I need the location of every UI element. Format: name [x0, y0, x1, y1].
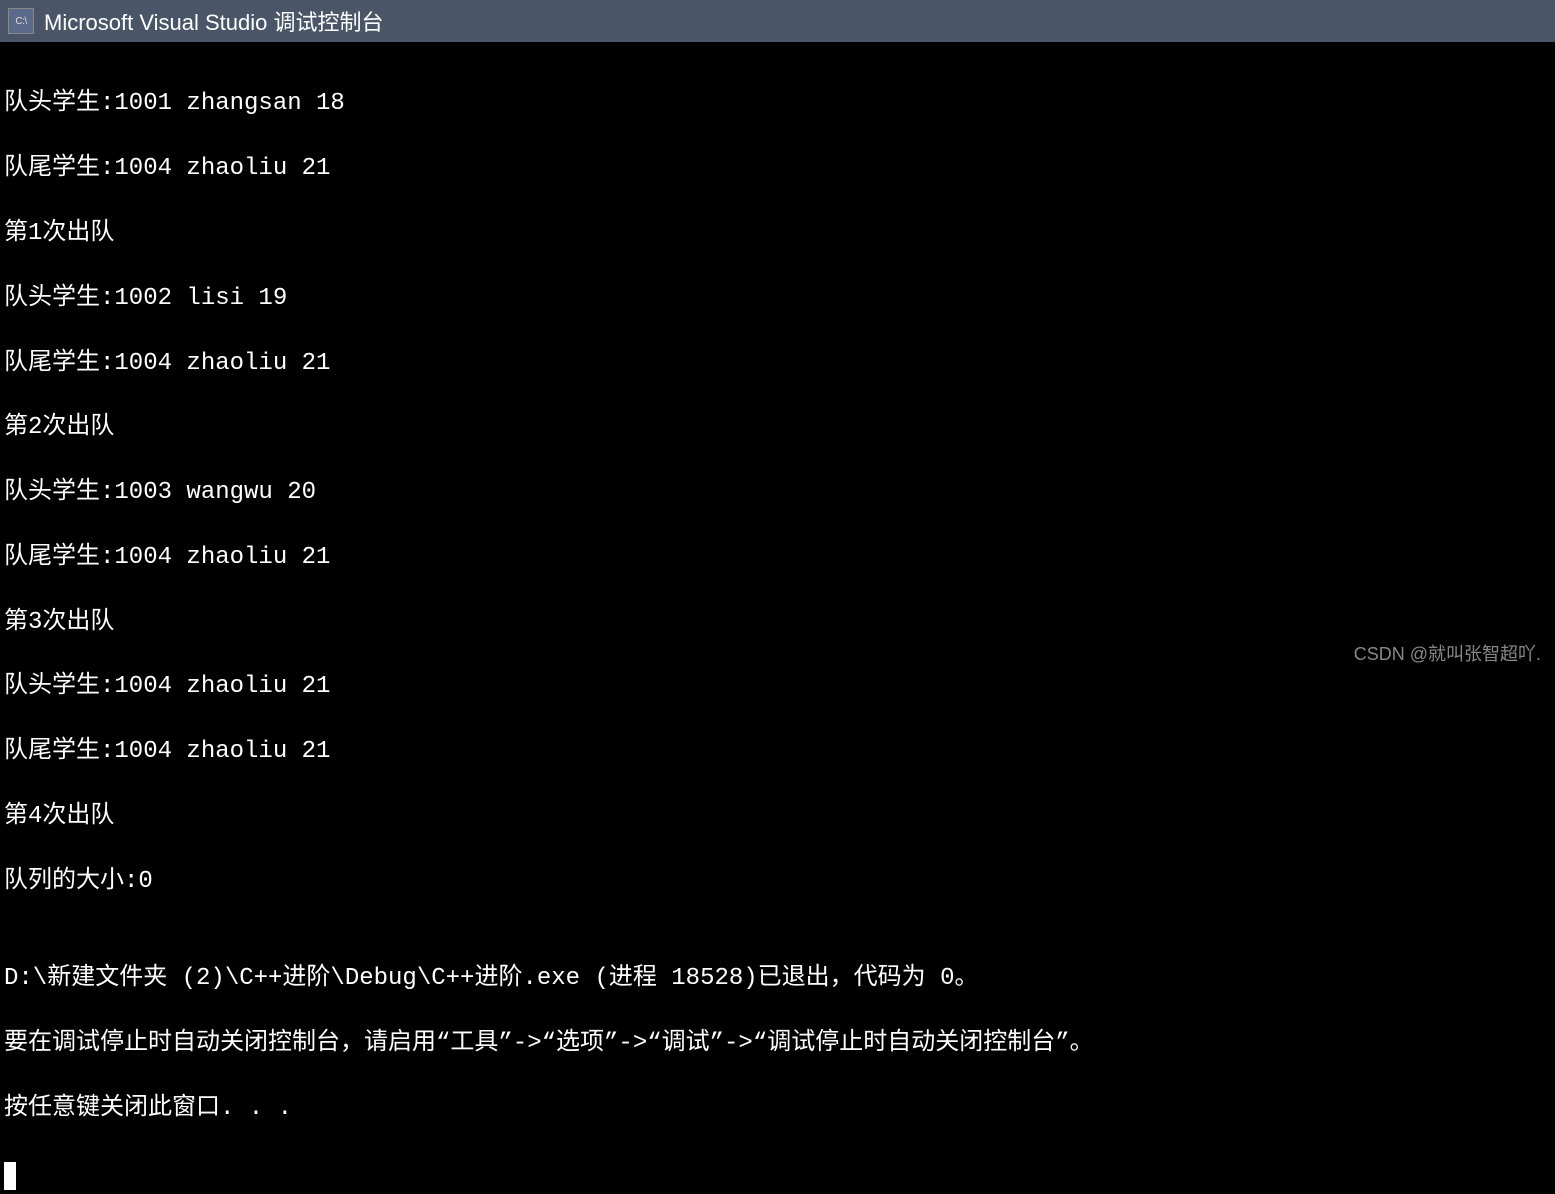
console-line: 要在调试停止时自动关闭控制台，请启用“工具”->“选项”->“调试”->“调试停…: [4, 1028, 1551, 1060]
cursor: [4, 1162, 16, 1190]
console-line: 队头学生:1004 zhaoliu 21: [4, 671, 1551, 703]
console-line: 第2次出队: [4, 412, 1551, 444]
console-line: 队头学生:1002 lisi 19: [4, 283, 1551, 315]
console-line: 第4次出队: [4, 801, 1551, 833]
console-line: 第1次出队: [4, 218, 1551, 250]
console-line: 第3次出队: [4, 607, 1551, 639]
terminal-icon: C:\: [8, 8, 34, 34]
console-line: 队头学生:1001 zhangsan 18: [4, 88, 1551, 120]
console-line: 队尾学生:1004 zhaoliu 21: [4, 153, 1551, 185]
console-line: 按任意键关闭此窗口. . .: [4, 1093, 1551, 1125]
console-line: 队头学生:1003 wangwu 20: [4, 477, 1551, 509]
console-line: D:\新建文件夹 (2)\C++进阶\Debug\C++进阶.exe (进程 1…: [4, 963, 1551, 995]
console-output: 队头学生:1001 zhangsan 18 队尾学生:1004 zhaoliu …: [0, 42, 1555, 1194]
console-line: 队尾学生:1004 zhaoliu 21: [4, 542, 1551, 574]
console-line: 队尾学生:1004 zhaoliu 21: [4, 736, 1551, 768]
title-bar: C:\ Microsoft Visual Studio 调试控制台: [0, 0, 1555, 42]
console-line: 队尾学生:1004 zhaoliu 21: [4, 348, 1551, 380]
window-title: Microsoft Visual Studio 调试控制台: [44, 5, 383, 37]
console-line: 队列的大小:0: [4, 866, 1551, 898]
watermark: CSDN @就叫张智超吖.: [1354, 640, 1541, 666]
